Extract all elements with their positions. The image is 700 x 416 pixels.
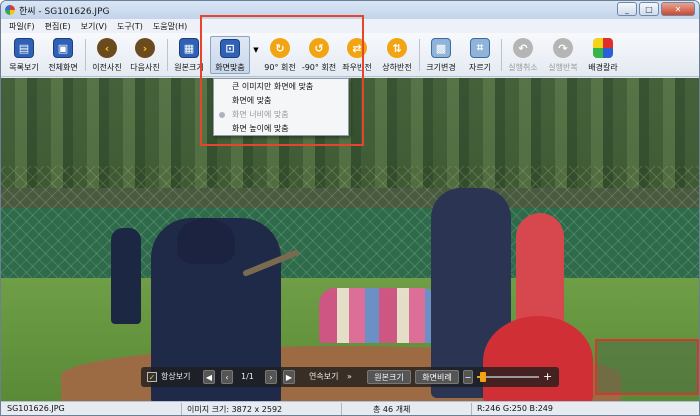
menu-edit[interactable]: 편집(E) — [45, 21, 71, 32]
always-on-top-label: 항상보기 — [161, 372, 191, 381]
toolbar-separator — [167, 39, 168, 71]
app-window: 한씨 - SG101626.JPG _ □ ✕ 파일(F) 편집(E) 보기(V… — [0, 0, 700, 416]
window-controls: _ □ ✕ — [617, 2, 695, 16]
toolbar-separator — [419, 39, 420, 71]
photo-catcher — [483, 316, 593, 401]
next-label: 다음사진 — [130, 63, 160, 72]
window-title: 한씨 - SG101626.JPG — [19, 6, 110, 17]
zoom-out-button[interactable]: − — [463, 370, 473, 384]
crop-icon: ⌗ — [470, 38, 490, 58]
palette-icon — [593, 38, 613, 58]
radio-selected-icon — [219, 112, 225, 118]
flip-vertical-label: 상하반전 — [382, 63, 412, 72]
fit-ratio-button[interactable]: 화면비례 — [415, 370, 459, 384]
crop-label: 자르기 — [468, 63, 492, 72]
flip-vertical-icon: ⇅ — [387, 38, 407, 58]
next-button[interactable]: › 다음사진 — [127, 36, 163, 74]
last-page-button[interactable]: ▶ — [283, 370, 295, 384]
status-bar: SG101626.JPG 이미지 크기: 3872 x 2592 총 46 개체… — [1, 401, 699, 415]
original-size-icon: ▦ — [179, 38, 199, 58]
undo-button[interactable]: ↶ 실행취소 — [505, 36, 541, 74]
undo-icon: ↶ — [513, 38, 533, 58]
fit-dropdown-menu: 큰 이미지만 화면에 맞춤 화면에 맞춤 화면 너비에 맞춤 화면 높이에 맞춤 — [213, 78, 349, 136]
status-image-size: 이미지 크기: 3872 x 2592 — [187, 405, 283, 414]
app-icon — [5, 5, 15, 15]
redo-icon: ↷ — [553, 38, 573, 58]
chevron-right-icon: › — [135, 38, 155, 58]
original-size-overlay-button[interactable]: 원본크기 — [367, 370, 411, 384]
viewer-control-bar: ✓ 항상보기 ◀ ‹ 1/1 › ▶ 연속보기 » 원본크기 화면비례 − + — [141, 367, 559, 387]
dropdown-item-fit-large-only[interactable]: 큰 이미지만 화면에 맞춤 — [214, 80, 348, 94]
bgcolor-label: 배경칼라 — [588, 63, 618, 72]
dropdown-item-fit-width[interactable]: 화면 너비에 맞춤 — [214, 108, 348, 122]
navigator-thumbnail[interactable] — [595, 339, 699, 395]
dropdown-item-fit-width-label: 화면 너비에 맞춤 — [232, 110, 289, 119]
photo-batter-helmet — [177, 218, 235, 264]
slideshow-button[interactable]: 연속보기 — [309, 370, 338, 384]
slideshow-arrow-icon: » — [347, 372, 352, 381]
menu-view[interactable]: 보기(V) — [81, 21, 107, 32]
zoom-slider-track[interactable] — [477, 376, 539, 378]
fullscreen-icon: ▣ — [53, 38, 73, 58]
status-separator — [471, 403, 472, 415]
undo-label: 실행취소 — [508, 63, 538, 72]
resize-button[interactable]: ▩ 크기변경 — [423, 36, 459, 74]
photo-fence — [1, 166, 699, 286]
menu-file[interactable]: 파일(F) — [9, 21, 35, 32]
dropdown-item-fit-height[interactable]: 화면 높이에 맞춤 — [214, 122, 348, 136]
crop-button[interactable]: ⌗ 자르기 — [463, 36, 497, 74]
prev-page-button[interactable]: ‹ — [221, 370, 233, 384]
toolbar-separator — [501, 39, 502, 71]
chevron-left-icon: ‹ — [97, 38, 117, 58]
maximize-button[interactable]: □ — [639, 2, 659, 16]
menu-help[interactable]: 도움말(H) — [153, 21, 187, 32]
zoom-in-button[interactable]: + — [543, 370, 553, 384]
status-separator — [181, 403, 182, 415]
status-filename: SG101626.JPG — [7, 404, 65, 413]
list-view-label: 목록보기 — [9, 63, 39, 72]
photo-spectators — [319, 288, 439, 343]
bgcolor-button[interactable]: 배경칼라 — [585, 36, 621, 74]
prev-button[interactable]: ‹ 이전사진 — [89, 36, 125, 74]
redo-button[interactable]: ↷ 실행반복 — [545, 36, 581, 74]
always-on-top-checkbox[interactable]: ✓ — [147, 372, 157, 382]
dropdown-item-fit-screen[interactable]: 화면에 맞춤 — [214, 94, 348, 108]
resize-icon: ▩ — [431, 38, 451, 58]
status-color: R:246 G:250 B:249 — [477, 404, 553, 413]
zoom-slider-knob[interactable] — [480, 372, 487, 382]
status-count: 총 46 개체 — [373, 405, 411, 414]
first-page-button[interactable]: ◀ — [203, 370, 215, 384]
minimize-button[interactable]: _ — [617, 2, 637, 16]
close-button[interactable]: ✕ — [661, 2, 695, 16]
fullscreen-label: 전체화면 — [48, 63, 78, 72]
toolbar-separator — [85, 39, 86, 71]
menu-tools[interactable]: 도구(T) — [117, 21, 143, 32]
next-page-button[interactable]: › — [265, 370, 277, 384]
redo-label: 실행반복 — [548, 63, 578, 72]
photo-outfielder — [111, 228, 141, 324]
page-indicator: 1/1 — [241, 372, 254, 381]
fullscreen-button[interactable]: ▣ 전체화면 — [45, 36, 81, 74]
prev-label: 이전사진 — [92, 63, 122, 72]
frame-icon: ▤ — [14, 38, 34, 58]
resize-label: 크기변경 — [426, 63, 456, 72]
list-view-button[interactable]: ▤ 목록보기 — [7, 36, 41, 74]
flip-vertical-button[interactable]: ⇅ 상하반전 — [379, 36, 415, 74]
status-separator — [341, 403, 342, 415]
